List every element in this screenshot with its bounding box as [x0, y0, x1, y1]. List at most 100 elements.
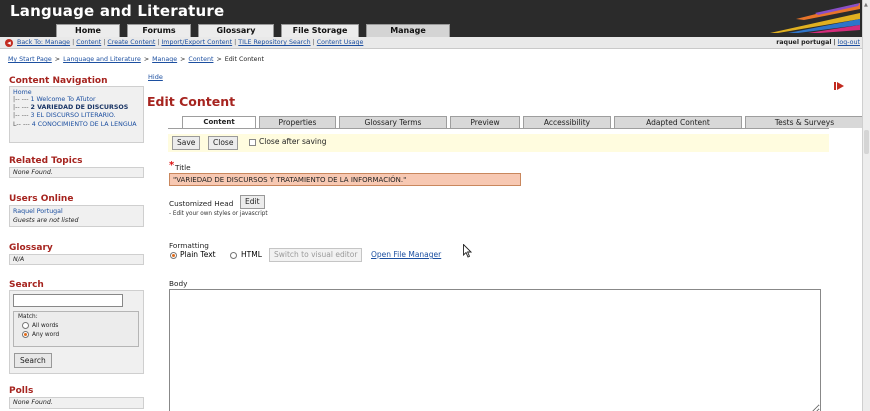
customized-head-hint: - Edit your own styles or javascript: [169, 211, 268, 217]
close-button[interactable]: Close: [208, 136, 239, 150]
match-label: Match:: [18, 314, 38, 320]
content-editor-tabs: Content Properties Glossary Terms Preview Ac…: [182, 116, 864, 128]
plain-text-label: Plain Text: [180, 250, 216, 259]
main-tab-manage[interactable]: Manage: [366, 24, 450, 37]
related-topics-text: None Found.: [13, 169, 53, 176]
main-tab-home[interactable]: Home: [56, 24, 120, 37]
user-area: raquel portugal | log-out: [776, 38, 860, 48]
breadcrumb: My Start Page > Language and Literature > Ma…: [8, 56, 264, 63]
nav-item-tree-prefix: |-- ---: [13, 96, 31, 103]
breadcrumb-separator: >: [216, 56, 222, 63]
title-label: Title: [175, 163, 191, 172]
subnav-link-create-content[interactable]: Create Content: [107, 39, 155, 46]
save-bar: Save Close Close after saving: [168, 134, 829, 152]
match-any-word-option[interactable]: Any word: [22, 331, 134, 338]
search-button[interactable]: Search: [14, 353, 52, 368]
all-words-radio[interactable]: [22, 322, 29, 329]
mouse-cursor-icon: [463, 244, 472, 258]
any-word-label: Any word: [32, 331, 60, 338]
nav-item-tree-prefix: L-- ---: [13, 120, 32, 128]
users-online-box: Raquel Portugal Guests are not listed: [9, 205, 144, 227]
tab-tests-surveys[interactable]: Tests & Surveys: [745, 116, 864, 128]
customized-head-label: Customized Head: [169, 199, 234, 208]
open-file-manager-link[interactable]: Open File Manager: [371, 250, 441, 259]
subnav-link-back-to-manage[interactable]: Back To: Manage: [17, 39, 70, 46]
user-separator: |: [833, 39, 836, 46]
online-user-name[interactable]: Raquel Portugal: [13, 207, 140, 216]
breadcrumb-link-language-and-literature[interactable]: Language and Literature: [63, 56, 141, 63]
nav-item-label[interactable]: 4 CONOCIMIENTO DE LA LENGUA: [32, 121, 137, 128]
search-input[interactable]: [13, 294, 123, 307]
tab-properties[interactable]: Properties: [259, 116, 336, 128]
scroll-up-icon[interactable]: ▲: [864, 2, 868, 8]
site-header: Language and Literature Home Forums Glossa…: [0, 0, 862, 37]
glossary-text: N/A: [13, 256, 25, 263]
breadcrumb-link-manage[interactable]: Manage: [152, 56, 177, 63]
tab-content[interactable]: Content: [182, 116, 256, 128]
colored-pencils-logo: [770, 3, 860, 33]
sub-navigation-bar: ◂ Back To: Manage | Content | Create Content…: [0, 37, 862, 49]
save-button[interactable]: Save: [172, 136, 201, 150]
subnav-links: Back To: Manage | Content | Create Content | I…: [17, 38, 363, 48]
nav-item[interactable]: L-- --- 4 CONOCIMIENTO DE LA LENGUA: [13, 121, 140, 129]
hide-menu-link[interactable]: Hide: [148, 73, 163, 81]
all-words-label: All words: [32, 322, 59, 329]
nav-item[interactable]: |-- --- 3 EL DISCURSO LITERARIO.: [13, 112, 140, 120]
nav-item-label[interactable]: 1 Welcome To ATutor: [31, 96, 96, 103]
scroll-thumb[interactable]: [864, 130, 869, 154]
main-tab-glossary[interactable]: Glossary: [198, 24, 274, 37]
search-box: Match: All words Any word Search: [9, 290, 144, 374]
polls-box: None Found.: [9, 397, 144, 409]
nav-home-link[interactable]: Home: [13, 89, 140, 96]
nav-item[interactable]: |-- --- 1 Welcome To ATutor: [13, 96, 140, 104]
main-tab-forums[interactable]: Forums: [127, 24, 191, 37]
glossary-box: N/A: [9, 254, 144, 265]
nav-item[interactable]: |-- --- 2 VARIEDAD DE DISCURSOS: [13, 104, 140, 112]
any-word-radio[interactable]: [22, 331, 29, 338]
main-navigation-tabs: Home Forums Glossary File Storage Manage: [56, 24, 450, 37]
arrow-right-icon[interactable]: [834, 81, 844, 91]
polls-text: None Found.: [13, 399, 53, 406]
tab-adapted-content[interactable]: Adapted Content: [614, 116, 742, 128]
edit-head-button[interactable]: Edit: [240, 195, 265, 209]
nav-item-tree-prefix: |-- ---: [13, 112, 31, 120]
main-tab-file-storage[interactable]: File Storage: [281, 24, 359, 37]
body-label: Body: [169, 279, 188, 288]
body-textarea[interactable]: [169, 289, 821, 411]
logout-link[interactable]: log-out: [838, 39, 860, 46]
match-all-words-option[interactable]: All words: [22, 322, 134, 329]
nav-item-label[interactable]: 3 EL DISCURSO LITERARIO.: [31, 112, 116, 119]
tab-preview[interactable]: Preview: [450, 116, 520, 128]
nav-item-label[interactable]: 2 VARIEDAD DE DISCURSOS: [31, 104, 129, 111]
subnav-link-tile-repository-search[interactable]: TILE Repository Search: [238, 39, 310, 46]
tab-glossary-terms[interactable]: Glossary Terms: [339, 116, 447, 128]
back-circle-icon[interactable]: ◂: [5, 39, 13, 47]
required-marker: *: [169, 160, 175, 171]
switch-visual-editor-button[interactable]: Switch to visual editor: [269, 248, 363, 262]
vertical-scrollbar[interactable]: ▲: [862, 0, 870, 411]
breadcrumb-link-content[interactable]: Content: [188, 56, 213, 63]
content-navigation-tree: Home |-- --- 1 Welcome To ATutor |-- --- …: [9, 86, 144, 143]
tab-divider: [168, 128, 829, 129]
html-label: HTML: [241, 250, 262, 259]
formatting-label: Formatting: [169, 241, 209, 250]
page-title: Edit Content: [147, 94, 236, 109]
close-after-saving-label: Close after saving: [259, 137, 327, 146]
close-after-saving-checkbox[interactable]: [249, 139, 256, 146]
related-topics-box: None Found.: [9, 167, 144, 178]
plain-text-radio[interactable]: [170, 252, 177, 259]
subnav-link-content[interactable]: Content: [76, 39, 101, 46]
subnav-link-import-export-content[interactable]: Import/Export Content: [161, 39, 232, 46]
subnav-link-content-usage[interactable]: Content Usage: [317, 39, 364, 46]
title-input[interactable]: "VARIEDAD DE DISCURSOS Y TRATAMIENTO DE …: [169, 173, 521, 186]
breadcrumb-current: Edit Content: [224, 56, 264, 63]
breadcrumb-separator: >: [180, 56, 186, 63]
breadcrumb-separator: >: [54, 56, 61, 63]
breadcrumb-link-my-start-page[interactable]: My Start Page: [8, 56, 52, 63]
user-name: raquel portugal: [776, 39, 832, 46]
nav-item-tree-prefix: |-- ---: [13, 104, 31, 112]
guests-note: Guests are not listed: [13, 217, 79, 224]
breadcrumb-separator: >: [143, 56, 150, 63]
html-radio[interactable]: [230, 252, 237, 259]
tab-accessibility[interactable]: Accessibility: [523, 116, 611, 128]
